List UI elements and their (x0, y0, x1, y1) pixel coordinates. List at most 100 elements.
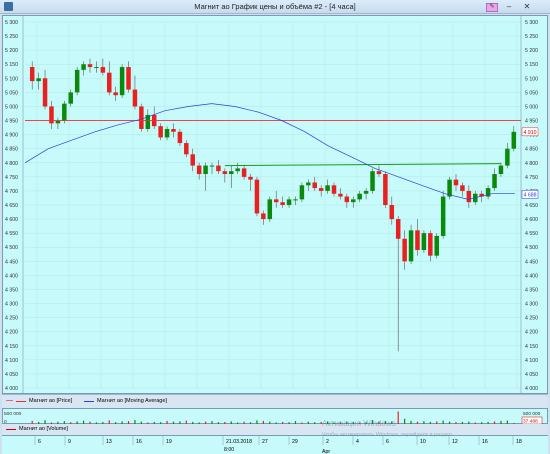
time-label: 29 (292, 439, 298, 445)
candle-body (68, 92, 73, 104)
candle-body (306, 182, 311, 186)
legend-volume-swatch (6, 428, 16, 430)
candle-body (492, 174, 497, 189)
price-tick-right: 4 600 (525, 217, 538, 223)
candle-body (81, 64, 86, 70)
volume-top-label-right: 500 000 (523, 411, 541, 417)
candle-body (222, 171, 228, 175)
price-tick-left: 4 150 (5, 344, 18, 350)
price-tick-left: 4 750 (5, 175, 18, 181)
legend-price: Магнит ао [Price] (16, 398, 72, 404)
time-label: 6 (386, 439, 389, 445)
price-tick-left: 4 800 (5, 161, 18, 167)
price-tick-right: 4 800 (525, 161, 538, 167)
candle-body (261, 213, 266, 220)
price-tick-left: 4 050 (5, 372, 18, 378)
price-tick-left: 4 450 (5, 259, 18, 265)
price-tick-left: 4 400 (5, 273, 18, 279)
candle-body (466, 190, 472, 203)
time-label: 13 (106, 439, 112, 445)
price-tick-left: 5 250 (5, 34, 18, 40)
candle-body (447, 179, 452, 197)
support-line (224, 163, 501, 167)
volume-bar (397, 411, 399, 424)
candle-body (383, 174, 388, 205)
candle-body (87, 64, 93, 68)
volume-chart[interactable]: 500 0000500 00037 488 (3, 409, 549, 425)
candle-body (299, 185, 305, 200)
price-tick-right: 5 300 (525, 20, 538, 26)
pin-icon[interactable]: ✎ (486, 3, 498, 12)
candle-body (408, 230, 414, 262)
candle-body (344, 196, 350, 203)
price-chart-pane[interactable]: 5 300 5 300 5 250 5 250 5 200 5 200 5 150 5 150… (2, 15, 549, 395)
candle-body (415, 230, 420, 251)
candle-body (389, 205, 395, 220)
price-tick-right: 4 550 (525, 231, 538, 237)
legend-price-swatch (16, 400, 26, 402)
price-tick-right: 4 300 (525, 302, 538, 308)
candle-body (235, 168, 240, 172)
candle-body (203, 165, 208, 175)
price-chart[interactable]: 5 300 5 300 5 250 5 250 5 200 5 200 5 150 5 150… (3, 16, 549, 395)
price-tick-right: 4 050 (525, 372, 538, 378)
time-axis: 6 9 13 16 19 21.03.2018 8:00 27 29 2 4 6 10 12 16 18 Apr (2, 435, 548, 454)
price-tick-right: 4 350 (525, 287, 538, 293)
price-tick-right: 5 250 (525, 34, 538, 40)
volume-top-label: 500 000 (4, 411, 22, 417)
price-tick-right: 4 000 (525, 386, 538, 392)
price-tick-right: 4 750 (525, 175, 538, 181)
candle-body (254, 179, 260, 214)
candle-body (132, 89, 138, 107)
candle-body (113, 92, 118, 96)
time-month-label: Apr (322, 449, 330, 454)
candle-body (126, 67, 131, 90)
close-legend-icon[interactable]: — (6, 397, 13, 404)
candle-body (363, 190, 369, 194)
price-tick-right: 4 100 (525, 358, 538, 364)
candle-body (395, 219, 401, 239)
close-button[interactable]: ✕ (520, 2, 534, 12)
price-tick-left: 5 100 (5, 76, 18, 82)
candle-body (62, 103, 67, 121)
price-tick-left: 4 950 (5, 119, 18, 125)
candle-body (184, 143, 189, 155)
window-title: Магнит ао График цены и объёма #2 - [4 ч… (194, 2, 356, 11)
price-tick-left: 4 350 (5, 287, 18, 293)
price-tick-right: 5 050 (525, 90, 538, 96)
price-tick-left: 5 150 (5, 62, 18, 68)
price-tick-left: 4 000 (5, 386, 18, 392)
price-tick-right: 4 450 (525, 259, 538, 265)
candle-body (267, 199, 273, 220)
time-label: 16 (482, 439, 488, 445)
time-label: 6 (38, 439, 41, 445)
legend-ma-label: Магнит ао [Moving Average] (97, 398, 167, 404)
price-tick-right: 4 850 (525, 147, 538, 153)
candle-body (139, 106, 144, 129)
time-label: 9 (68, 439, 71, 445)
time-label: 10 (420, 439, 426, 445)
candle-body (498, 165, 504, 175)
candle-body (286, 199, 292, 205)
candle-body (505, 148, 510, 166)
candle-body (42, 78, 48, 107)
minimize-button[interactable]: – (502, 2, 516, 12)
volume-chart-pane[interactable]: 500 000 0 500 000 37 488 (2, 408, 549, 425)
legend-ma: Магнит ао [Moving Average] (84, 398, 167, 404)
price-tick-right: 5 000 (525, 104, 538, 110)
candle-body (36, 78, 41, 82)
candle-body (376, 171, 382, 175)
volume-legend: Магнит ао [Volume] (2, 424, 548, 435)
price-tick-left: 4 100 (5, 358, 18, 364)
candle-body (241, 168, 247, 177)
time-label: 18 (516, 439, 522, 445)
candle-body (351, 199, 356, 203)
time-axis-svg: 6 9 13 16 19 21.03.2018 8:00 27 29 2 4 6 10 12 16 18 Apr (34, 436, 522, 454)
candle-body (94, 67, 99, 69)
watermark-line2: Чтобы активировать Windows, перейдите в … (322, 432, 452, 438)
candle-body (293, 199, 298, 201)
time-label: 21.03.2018 (226, 439, 252, 445)
candle-body (428, 233, 433, 256)
price-tick-right: 4 250 (525, 316, 538, 322)
price-tick-left: 4 250 (5, 316, 18, 322)
